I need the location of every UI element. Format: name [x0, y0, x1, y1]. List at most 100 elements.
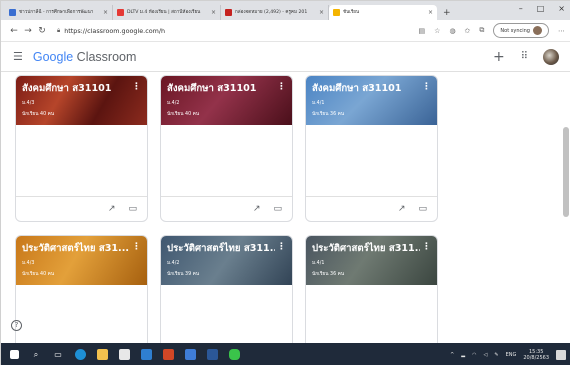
- minimize-button[interactable]: –: [519, 4, 523, 13]
- class-card[interactable]: ประวัติศาสตร์ไทย ส31... ม.4/3 นักเรียน 4…: [15, 235, 148, 343]
- class-title[interactable]: ประวัติศาสตร์ไทย ส31...: [22, 241, 130, 256]
- class-card-banner[interactable]: ประวัติศาสตร์ไทย ส311... ม.4/1 นักเรียน …: [306, 236, 437, 285]
- more-options-icon[interactable]: ⋮: [277, 82, 286, 92]
- store-icon[interactable]: [116, 347, 132, 363]
- header-actions: + ⠿: [493, 48, 559, 65]
- back-icon[interactable]: ←: [7, 26, 21, 36]
- class-title[interactable]: ประวัติศาสตร์ไทย ส311...: [167, 241, 275, 256]
- more-menu-icon[interactable]: ⋯: [558, 27, 565, 35]
- pen-icon[interactable]: ✎: [494, 352, 498, 358]
- favorite-star-icon[interactable]: ☆: [434, 27, 440, 35]
- class-card-footer: ↗ ▭: [306, 196, 437, 221]
- class-card[interactable]: ประวัติศาสตร์ไทย ส311... ม.4/1 นักเรียน …: [305, 235, 438, 343]
- profile-sync-button[interactable]: Not syncing: [493, 23, 549, 38]
- account-avatar[interactable]: [543, 48, 559, 65]
- input-language[interactable]: ENG: [506, 352, 517, 358]
- class-card[interactable]: ประวัติศาสตร์ไทย ส311... ม.4/2 นักเรียน …: [160, 235, 293, 343]
- main-menu-icon[interactable]: ☰: [13, 50, 23, 63]
- class-card-footer: ↗ ▭: [161, 196, 292, 221]
- gradebook-trend-icon[interactable]: ↗: [108, 204, 116, 214]
- wifi-icon[interactable]: ◠: [472, 352, 476, 358]
- more-options-icon[interactable]: ⋮: [132, 242, 141, 252]
- word-icon[interactable]: [204, 347, 220, 363]
- scrollbar[interactable]: [563, 127, 569, 217]
- folder-icon[interactable]: ▭: [128, 204, 137, 214]
- class-title[interactable]: สังคมศึกษา ส31101: [312, 81, 420, 96]
- show-hidden-icons[interactable]: ^: [450, 352, 454, 358]
- url-field[interactable]: 🔒︎ https://classroom.google.com/h: [57, 27, 419, 35]
- new-tab-icon[interactable]: +: [443, 8, 451, 18]
- task-view-icon[interactable]: ▭: [50, 347, 66, 363]
- gmail-favicon-icon: [225, 9, 232, 16]
- edge-browser-icon[interactable]: [72, 347, 88, 363]
- google-classroom-logo[interactable]: Google Classroom: [33, 50, 137, 64]
- photos-icon[interactable]: [182, 347, 198, 363]
- gradebook-trend-icon[interactable]: ↗: [253, 204, 261, 214]
- class-card-banner[interactable]: สังคมศึกษา ส31101 ม.4/1 นักเรียน 36 คน ⋮: [306, 76, 437, 125]
- forward-icon[interactable]: →: [21, 26, 35, 36]
- tab-title: DLTV ม.4 ห้องเรียน | สถานีห้องเรียน: [127, 10, 201, 15]
- extension-icon[interactable]: ◍: [449, 27, 455, 35]
- create-join-class-icon[interactable]: +: [493, 49, 505, 65]
- folder-icon[interactable]: ▭: [418, 204, 427, 214]
- volume-icon[interactable]: ◁: [484, 352, 488, 358]
- class-card-body: [161, 285, 292, 343]
- maximize-button[interactable]: □: [537, 4, 545, 13]
- help-icon[interactable]: ?: [11, 320, 22, 331]
- clock[interactable]: 15:35 20/8/2563: [523, 349, 549, 361]
- class-cards-area: สังคมศึกษา ส31101 ม.4/3 นักเรียน 40 คน ⋮…: [1, 72, 570, 343]
- class-section: ม.4/2: [167, 261, 180, 266]
- network-icon[interactable]: ▂: [461, 352, 465, 358]
- powerpoint-icon[interactable]: [160, 347, 176, 363]
- class-card-banner[interactable]: สังคมศึกษา ส31101 ม.4/2 นักเรียน 40 คน ⋮: [161, 76, 292, 125]
- class-card[interactable]: สังคมศึกษา ส31101 ม.4/1 นักเรียน 36 คน ⋮…: [305, 75, 438, 222]
- action-center-icon[interactable]: [556, 349, 566, 360]
- close-tab-icon[interactable]: ×: [319, 9, 324, 16]
- google-apps-icon[interactable]: ⠿: [521, 51, 528, 62]
- file-explorer-icon[interactable]: [94, 347, 110, 363]
- class-title[interactable]: ประวัติศาสตร์ไทย ส311...: [312, 241, 420, 256]
- browser-tab-2[interactable]: DLTV ม.4 ห้องเรียน | สถานีห้องเรียน ×: [113, 5, 221, 20]
- close-tab-icon[interactable]: ×: [211, 9, 216, 16]
- browser-tab-1[interactable]: ชาวปกาลีฉี้ - การศึกษาเพื่อการพัฒนา ×: [5, 5, 113, 20]
- close-tab-icon[interactable]: ×: [103, 9, 108, 16]
- class-section: ม.4/3: [22, 101, 35, 106]
- class-card[interactable]: สังคมศึกษา ส31101 ม.4/3 นักเรียน 40 คน ⋮…: [15, 75, 148, 222]
- class-card-banner[interactable]: ประวัติศาสตร์ไทย ส311... ม.4/2 นักเรียน …: [161, 236, 292, 285]
- folder-icon[interactable]: ▭: [273, 204, 282, 214]
- refresh-icon[interactable]: ↻: [35, 26, 49, 36]
- student-count: นักเรียน 36 คน: [312, 112, 345, 117]
- close-window-button[interactable]: ×: [558, 4, 565, 13]
- reading-mode-icon[interactable]: ▤: [419, 27, 426, 35]
- close-tab-icon[interactable]: ×: [428, 9, 433, 16]
- logo-google-text: Google: [32, 49, 74, 64]
- class-card[interactable]: สังคมศึกษา ส31101 ม.4/2 นักเรียน 40 คน ⋮…: [160, 75, 293, 222]
- more-options-icon[interactable]: ⋮: [132, 82, 141, 92]
- class-card-banner[interactable]: สังคมศึกษา ส31101 ม.4/3 นักเรียน 40 คน ⋮: [16, 76, 147, 125]
- class-card-banner[interactable]: ประวัติศาสตร์ไทย ส31... ม.4/3 นักเรียน 4…: [16, 236, 147, 285]
- class-card-body: [16, 125, 147, 196]
- start-windows-icon[interactable]: [6, 347, 22, 363]
- more-options-icon[interactable]: ⋮: [422, 242, 431, 252]
- class-card-body: [161, 125, 292, 196]
- browser-tab-3[interactable]: กล่องจดหมาย (2,492) - ครูคม 201 ×: [221, 5, 329, 20]
- more-options-icon[interactable]: ⋮: [277, 242, 286, 252]
- class-card-body: [306, 125, 437, 196]
- collections-icon[interactable]: ⧉: [479, 26, 484, 35]
- windows-taskbar: ⌕ ▭ ^ ▂ ◠ ◁ ✎ ENG 15:35 20/8/2563: [1, 343, 570, 365]
- search-icon[interactable]: ⌕: [28, 347, 44, 363]
- student-count: นักเรียน 36 คน: [312, 272, 345, 277]
- class-title[interactable]: สังคมศึกษา ส31101: [167, 81, 275, 96]
- line-app-icon[interactable]: [226, 347, 242, 363]
- favorites-icon[interactable]: ✩: [465, 27, 471, 35]
- class-title[interactable]: สังคมศึกษา ส31101: [22, 81, 130, 96]
- browser-tab-strip: ชาวปกาลีฉี้ - การศึกษาเพื่อการพัฒนา × DL…: [1, 1, 570, 20]
- tab-title: กล่องจดหมาย (2,492) - ครูคม 201: [235, 10, 308, 15]
- mail-icon[interactable]: [138, 347, 154, 363]
- more-options-icon[interactable]: ⋮: [422, 82, 431, 92]
- tab-title: ชั้นเรียน: [343, 10, 360, 15]
- browser-tab-4-active[interactable]: ชั้นเรียน ×: [329, 5, 437, 20]
- gradebook-trend-icon[interactable]: ↗: [398, 204, 406, 214]
- screen: ชาวปกาลีฉี้ - การศึกษาเพื่อการพัฒนา × DL…: [0, 0, 570, 365]
- tab-title: ชาวปกาลีฉี้ - การศึกษาเพื่อการพัฒนา: [19, 10, 94, 15]
